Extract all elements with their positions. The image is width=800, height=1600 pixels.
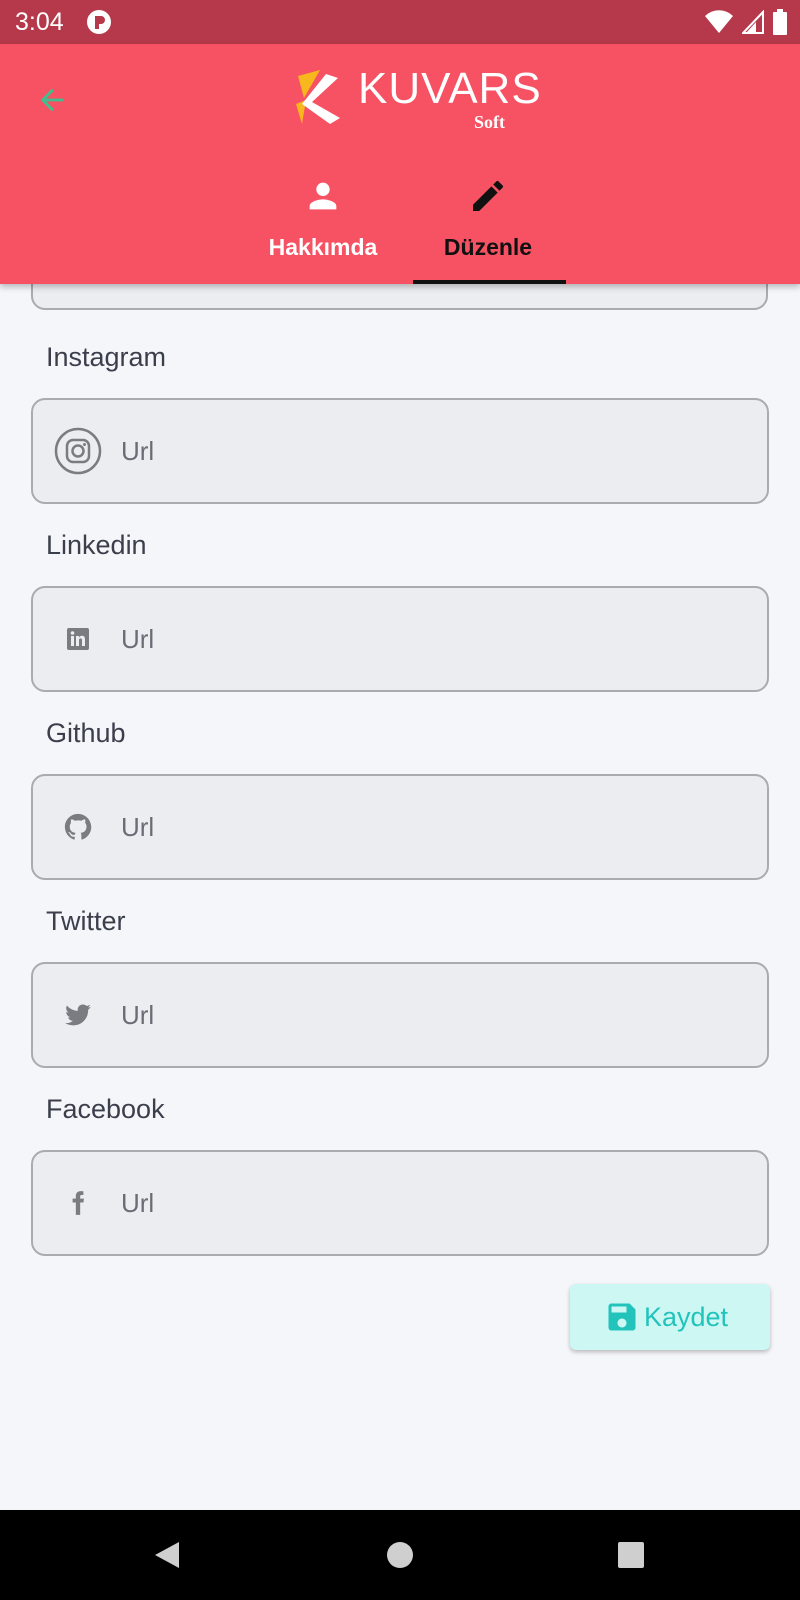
status-bar: 3:04 <box>0 0 800 44</box>
nav-home-circle-icon <box>387 1542 413 1568</box>
facebook-placeholder: Url <box>121 1188 155 1218</box>
tab-about[interactable]: Hakkımda <box>248 164 398 284</box>
linkedin-input[interactable]: Url <box>31 586 769 692</box>
tab-edit-label: Düzenle <box>443 234 533 260</box>
twitter-placeholder: Url <box>121 1000 155 1030</box>
twitter-icon <box>65 1004 91 1026</box>
person-icon <box>309 182 337 210</box>
edit-form: Instagram Url Linkedin Url Github Url Tw… <box>0 254 800 1510</box>
system-navigation-bar <box>0 1510 800 1600</box>
instagram-input[interactable]: Url <box>31 398 769 504</box>
pencil-icon <box>473 180 504 211</box>
tab-about-label: Hakkımda <box>268 234 378 260</box>
logo-sub-text: Soft <box>474 112 505 132</box>
tab-edit[interactable]: Düzenle <box>413 164 563 284</box>
logo-brand-text: KUVARS <box>358 64 542 113</box>
facebook-icon <box>72 1191 84 1215</box>
linkedin-label: Linkedin <box>46 530 147 560</box>
github-icon <box>64 813 92 840</box>
twitter-input[interactable]: Url <box>31 962 769 1068</box>
app-bar: KUVARS Soft Hakkımda Düzenle <box>0 44 800 284</box>
wifi-icon <box>705 10 733 33</box>
active-tab-indicator <box>413 280 566 284</box>
instagram-icon <box>54 427 102 475</box>
nav-home-button[interactable] <box>380 1535 420 1575</box>
linkedin-icon <box>67 628 89 650</box>
instagram-placeholder: Url <box>121 436 155 466</box>
facebook-label: Facebook <box>46 1094 165 1124</box>
twitter-label: Twitter <box>46 906 126 936</box>
instagram-label: Instagram <box>46 342 167 372</box>
nav-back-triangle-icon <box>155 1542 179 1568</box>
system-icons <box>704 8 788 36</box>
signal-icon <box>742 10 764 34</box>
save-button[interactable]: Kaydet <box>570 1284 770 1350</box>
nav-back-button[interactable] <box>147 1535 187 1575</box>
battery-icon <box>773 9 787 35</box>
arrow-back-icon <box>40 88 64 112</box>
github-input[interactable]: Url <box>31 774 769 880</box>
back-button[interactable] <box>28 76 76 124</box>
nav-recents-button[interactable] <box>611 1535 651 1575</box>
save-button-label: Kaydet <box>644 1301 729 1332</box>
github-placeholder: Url <box>121 812 155 842</box>
nav-recents-square-icon <box>618 1542 644 1568</box>
app-notification-icon <box>87 10 111 34</box>
linkedin-placeholder: Url <box>121 624 155 654</box>
github-label: Github <box>46 718 126 748</box>
kuvars-logo: KUVARS Soft <box>290 64 541 134</box>
floppy-disk-icon <box>608 1303 636 1331</box>
facebook-input[interactable]: Url <box>31 1150 769 1256</box>
status-time: 3:04 <box>15 8 64 36</box>
kuvars-logo-mark-icon <box>296 70 340 124</box>
